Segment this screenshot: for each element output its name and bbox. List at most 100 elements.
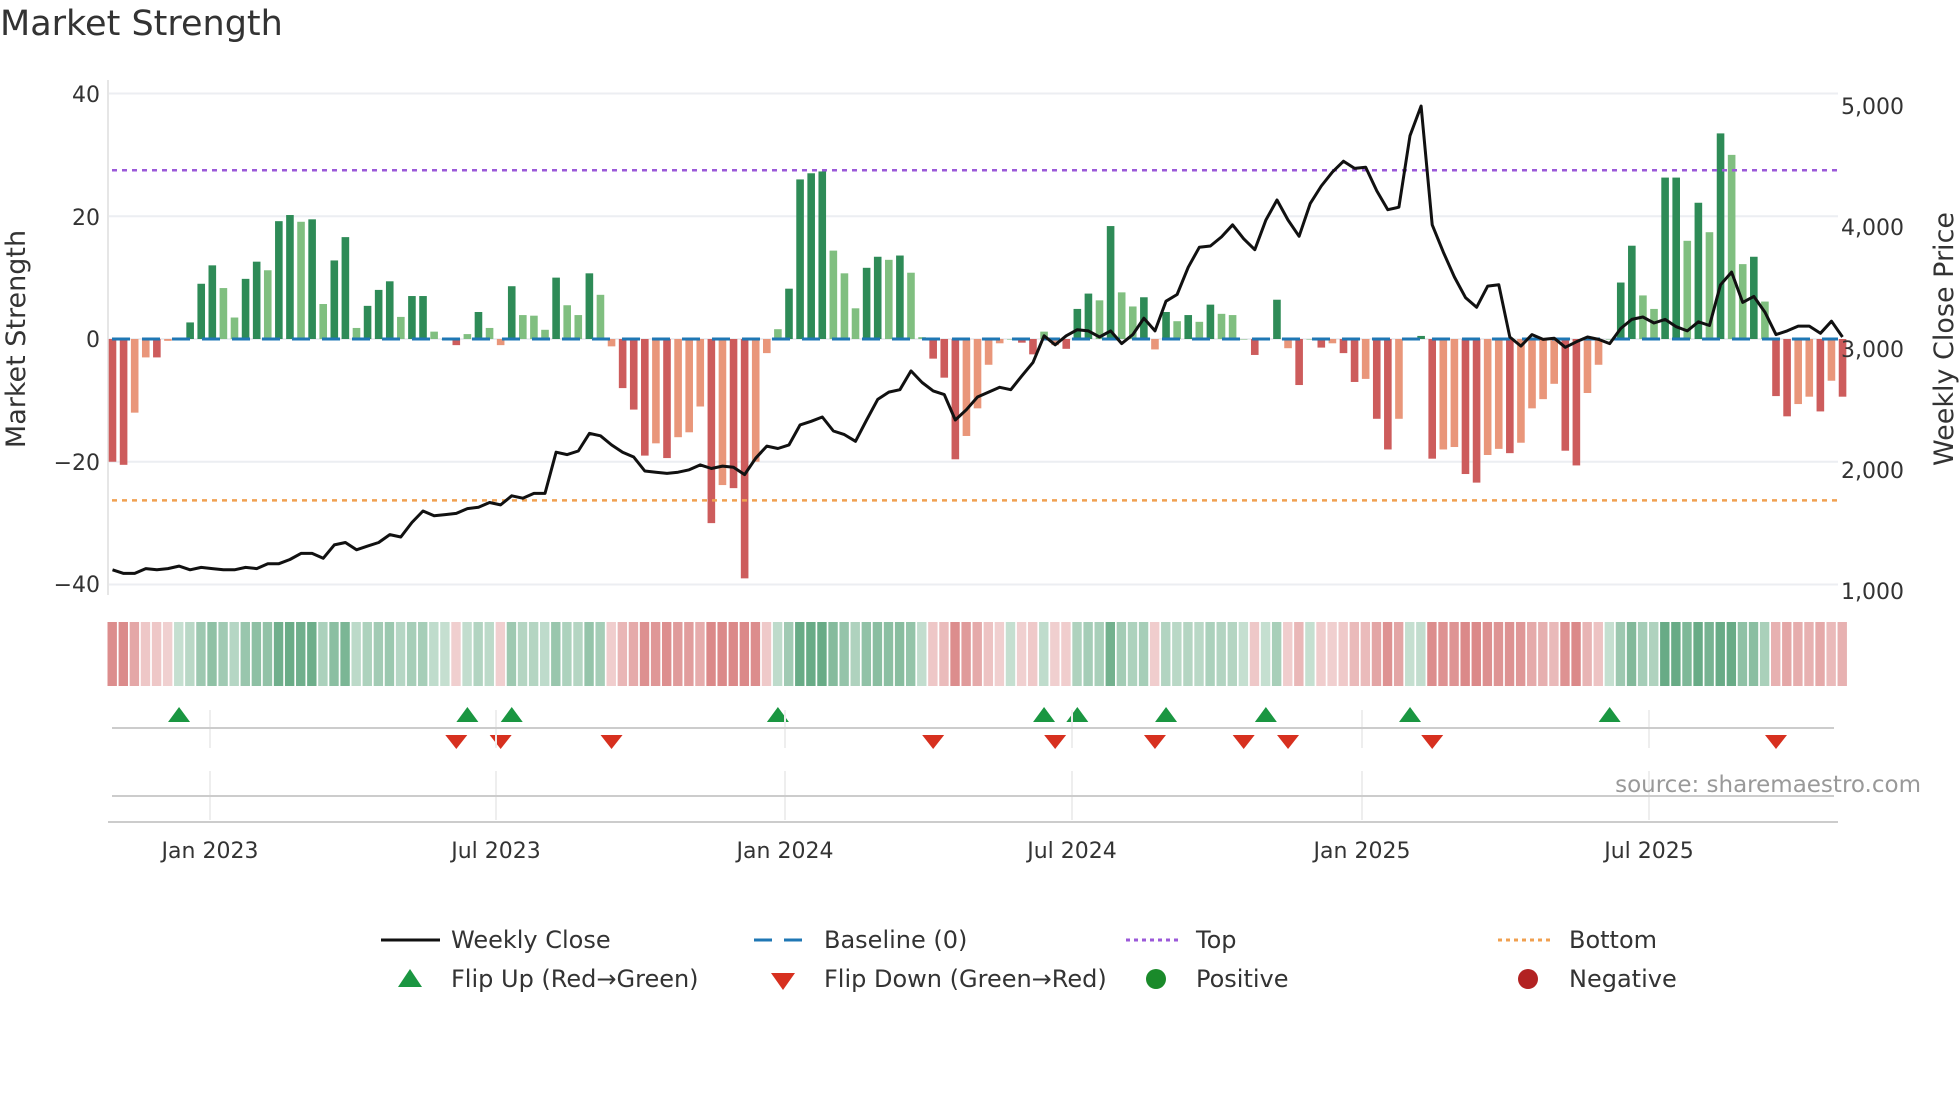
strength-bar (186, 322, 194, 339)
heat-cell (1759, 622, 1770, 686)
heat-cell (1660, 622, 1670, 686)
heat-cell (1493, 622, 1504, 686)
heat-cell (174, 622, 184, 686)
heat-cell (1227, 622, 1237, 686)
heat-cell (673, 622, 683, 686)
x-tick: Jul 2023 (449, 839, 541, 864)
strength-bar (829, 250, 838, 339)
heat-cell (1327, 622, 1337, 686)
heat-cell (129, 622, 140, 686)
heat-cell (584, 622, 594, 686)
strength-bar (485, 327, 494, 339)
heat-cell (650, 622, 661, 686)
flip-up-marker (1155, 707, 1178, 722)
flip-up-marker (1254, 707, 1277, 722)
strength-bar (1827, 339, 1836, 381)
heat-cell (1615, 622, 1626, 686)
strength-bar (252, 261, 261, 339)
heat-cell (1782, 622, 1792, 686)
strength-bar (1572, 339, 1581, 466)
x-tick: Jan 2024 (735, 839, 834, 864)
flip-down-marker (1232, 735, 1255, 749)
heat-cell (1626, 622, 1637, 686)
flip-up-marker (1598, 707, 1621, 722)
strength-bar (1151, 339, 1159, 350)
flip-up-marker (1066, 707, 1089, 722)
heat-cell (928, 622, 938, 686)
flip-up-marker (456, 707, 479, 722)
strength-bar (308, 219, 316, 339)
strength-bar (929, 339, 937, 359)
strength-bar (1273, 299, 1281, 339)
heat-cell (817, 622, 827, 686)
heat-cell (1161, 622, 1171, 686)
heat-cell (562, 622, 572, 686)
strength-bar (663, 339, 671, 459)
heat-cell (1793, 622, 1803, 686)
strength-bar (1483, 339, 1492, 455)
heat-cell (207, 622, 217, 686)
strength-bar (1228, 315, 1237, 339)
strength-bar (629, 339, 638, 410)
heat-cell (1715, 622, 1725, 686)
flip-up-marker (500, 707, 523, 722)
heat-cell (262, 622, 273, 686)
heat-cell (1338, 622, 1348, 686)
strength-bar (1783, 339, 1791, 417)
heat-cell (185, 622, 195, 686)
heat-cell (340, 622, 350, 686)
strength-bar (1295, 339, 1303, 386)
legend-label: Negative (1569, 965, 1677, 993)
heat-cell (617, 622, 628, 686)
heat-cell (1460, 622, 1470, 686)
strength-bar (563, 305, 571, 339)
legend-label: Positive (1196, 965, 1289, 993)
strength-bar (1106, 226, 1115, 339)
heat-cell (573, 622, 583, 686)
y-tick: 0 (86, 328, 100, 353)
heat-cell (473, 622, 483, 686)
legend-label: Baseline (0) (824, 926, 967, 954)
heat-cell (162, 622, 173, 686)
heat-cell (872, 622, 883, 686)
strength-bar (130, 339, 139, 413)
heat-cell (240, 622, 250, 686)
strength-bar (1395, 339, 1403, 419)
heat-cell (1693, 622, 1703, 686)
strength-bar (507, 286, 516, 339)
heat-cell (406, 622, 417, 686)
heat-cell (1582, 622, 1592, 686)
strength-bar (1528, 339, 1536, 409)
flip-up-marker (1033, 707, 1056, 722)
legend-label: Bottom (1569, 926, 1657, 954)
legend-flip-up-icon (398, 969, 422, 987)
heat-cell (1349, 622, 1359, 686)
y-axis-label: Market Strength (1, 230, 32, 448)
y2-tick: 5,000 (1841, 95, 1904, 120)
x-tick: Jan 2023 (160, 839, 259, 864)
strength-bar (1384, 339, 1392, 450)
strength-bar (119, 339, 128, 465)
heat-cell (750, 622, 761, 686)
legend-negative-icon (1518, 969, 1538, 989)
heat-cell (1649, 622, 1659, 686)
heat-cell (296, 622, 306, 686)
heat-cell (395, 622, 406, 686)
heat-cell (551, 622, 561, 686)
heat-cell (1194, 622, 1204, 686)
market-strength-chart: 40 20 0 −20 −40 5,000 4,000 3,000 2,000 … (1, 80, 1960, 993)
strength-bar (1494, 339, 1503, 449)
flip-down-marker (1044, 735, 1067, 749)
heat-cell (1671, 622, 1681, 686)
heat-cell (517, 622, 528, 686)
heat-cell (684, 622, 694, 686)
strength-bar (1772, 339, 1780, 397)
heat-cell (418, 622, 428, 686)
heat-cell (917, 622, 927, 686)
strength-bar (807, 173, 815, 339)
strength-bar (1339, 339, 1348, 354)
heat-cell (1260, 622, 1271, 686)
heat-cell (229, 622, 239, 686)
strength-bar (141, 339, 150, 358)
strength-bar (1217, 313, 1226, 339)
